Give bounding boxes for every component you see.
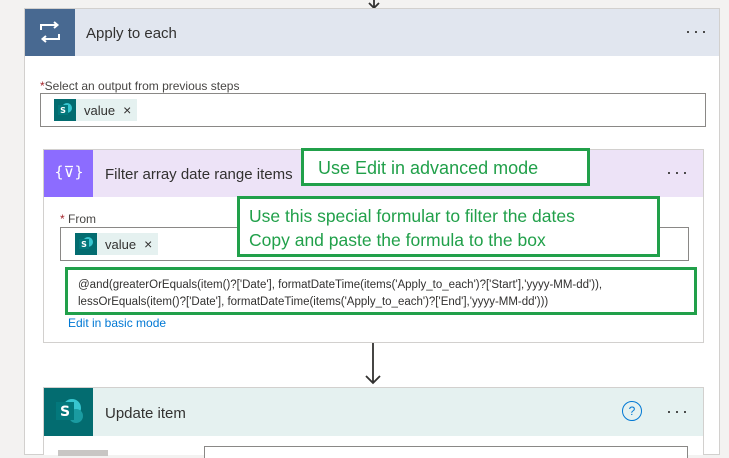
dynamic-value-token[interactable]: S value × [54, 99, 138, 121]
more-options-icon[interactable]: ··· [666, 402, 690, 420]
site-address-field[interactable] [204, 446, 688, 458]
select-output-label-text: Select an output from previous steps [44, 79, 240, 93]
annotation-expression-highlight [65, 267, 697, 315]
select-output-field[interactable]: S value × [40, 93, 706, 127]
token-label: value [84, 102, 116, 118]
apply-to-each-header[interactable]: Apply to each ··· [25, 9, 719, 56]
sharepoint-icon: S [75, 233, 97, 255]
update-item-header[interactable]: S Update item ? ··· [44, 388, 703, 436]
filter-array-glyph: {⊽} [54, 163, 84, 181]
sharepoint-icon: S [54, 99, 76, 121]
apply-to-each-title: Apply to each [86, 25, 177, 42]
annotation-advanced-mode: Use Edit in advanced mode [301, 148, 590, 186]
filter-array-icon: {⊽} [44, 150, 93, 197]
select-output-label: *Select an output from previous steps [40, 79, 239, 93]
loop-icon [25, 9, 75, 56]
filter-array-title: Filter array date range items [105, 166, 293, 183]
from-label: * From [60, 212, 96, 226]
update-item-card: S Update item ? ··· [43, 387, 704, 458]
connector-arrow-icon [365, 343, 381, 385]
more-options-icon[interactable]: ··· [685, 22, 709, 40]
edit-in-basic-mode-link[interactable]: Edit in basic mode [68, 316, 166, 330]
annotation-formula-line-2: Copy and paste the formula to the box [249, 230, 546, 250]
remove-token-icon[interactable]: × [123, 102, 131, 118]
field-label-partial [58, 450, 108, 456]
from-label-text: From [68, 212, 97, 226]
annotation-formula: Use this special formular to filter the … [237, 196, 660, 257]
required-mark: * [60, 212, 65, 226]
update-item-title: Update item [105, 405, 186, 422]
token-label: value [105, 236, 137, 252]
sharepoint-icon: S [44, 388, 93, 436]
remove-token-icon[interactable]: × [144, 236, 152, 252]
annotation-formula-line-1: Use this special formular to filter the … [249, 206, 575, 226]
more-options-icon[interactable]: ··· [666, 163, 690, 181]
annotation-advanced-mode-text: Use Edit in advanced mode [318, 158, 539, 178]
help-icon[interactable]: ? [622, 401, 642, 421]
svg-text:S: S [81, 240, 87, 249]
dynamic-value-token[interactable]: S value × [75, 233, 159, 255]
svg-text:S: S [60, 106, 66, 115]
svg-text:S: S [60, 404, 70, 420]
